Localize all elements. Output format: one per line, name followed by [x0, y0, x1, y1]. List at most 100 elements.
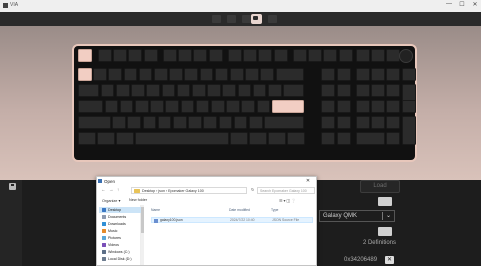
- keycap[interactable]: [245, 68, 259, 81]
- keycap[interactable]: [199, 68, 214, 81]
- keycap[interactable]: [142, 116, 157, 129]
- keycap[interactable]: [78, 132, 96, 145]
- address-bar[interactable]: Desktop › json › Epomaker Galaxy 100: [131, 187, 247, 194]
- keycap[interactable]: [260, 68, 275, 81]
- keycap[interactable]: [113, 49, 128, 62]
- keycap[interactable]: [338, 49, 353, 62]
- keycap[interactable]: [243, 49, 258, 62]
- keycap[interactable]: [321, 116, 335, 129]
- keycap[interactable]: [157, 116, 172, 129]
- new-folder-button[interactable]: New folder: [129, 198, 147, 202]
- nav-item[interactable]: Windows (C:): [99, 249, 141, 255]
- keycap[interactable]: [178, 49, 193, 62]
- keycap[interactable]: [323, 49, 338, 62]
- keycap[interactable]: [371, 116, 386, 129]
- keycap[interactable]: [283, 84, 305, 97]
- design-icon[interactable]: [242, 15, 251, 23]
- keycap[interactable]: [146, 84, 161, 97]
- keycap[interactable]: [273, 49, 288, 62]
- nav-item[interactable]: Videos: [99, 242, 141, 248]
- keycap[interactable]: [192, 84, 206, 97]
- keycap[interactable]: [176, 84, 191, 97]
- debug-icon[interactable]: [268, 15, 277, 23]
- column-header-date[interactable]: Date modified: [229, 208, 250, 212]
- keycap[interactable]: [386, 68, 401, 81]
- key-tester-icon[interactable]: [227, 15, 236, 23]
- keycap[interactable]: [337, 132, 351, 145]
- keycap[interactable]: [150, 100, 164, 113]
- forward-button[interactable]: →: [109, 187, 114, 192]
- nav-item[interactable]: Local Disk (D:): [99, 256, 141, 262]
- keycap[interactable]: [371, 84, 386, 97]
- keycap[interactable]: [371, 49, 386, 62]
- file-row[interactable]: galaxy100.json 2024/7/22 10:40 JSON Sour…: [151, 217, 313, 223]
- dialog-close-button[interactable]: ✕: [303, 178, 313, 184]
- keycap[interactable]: [275, 68, 305, 81]
- keycap[interactable]: [208, 49, 223, 62]
- keycap[interactable]: [163, 49, 177, 62]
- keycap[interactable]: [237, 84, 252, 97]
- keycap[interactable]: [321, 132, 335, 145]
- keycap[interactable]: [337, 116, 351, 129]
- keycap[interactable]: [268, 84, 282, 97]
- keycap[interactable]: [128, 49, 143, 62]
- keycap[interactable]: [184, 68, 199, 81]
- keycap[interactable]: [104, 100, 119, 113]
- keycap[interactable]: [203, 116, 218, 129]
- column-header-type[interactable]: Type: [271, 208, 278, 212]
- keycap[interactable]: [173, 116, 187, 129]
- keycap[interactable]: [356, 84, 370, 97]
- view-options-icons[interactable]: ☰ ▾ ◫ ❔: [279, 198, 296, 203]
- keycap[interactable]: [78, 68, 92, 81]
- keycap[interactable]: [258, 49, 273, 62]
- keycap-esc[interactable]: [78, 49, 92, 62]
- keycap[interactable]: [337, 84, 351, 97]
- column-header-name[interactable]: Name: [151, 208, 160, 212]
- keycap[interactable]: [123, 68, 138, 81]
- keycap[interactable]: [127, 116, 142, 129]
- keycap[interactable]: [165, 100, 180, 113]
- organize-button[interactable]: Organize ▾: [102, 198, 120, 203]
- keycap[interactable]: [230, 132, 248, 145]
- keycap[interactable]: [233, 116, 248, 129]
- keycap[interactable]: [135, 132, 229, 145]
- close-button[interactable]: ✕: [469, 1, 481, 8]
- keycap[interactable]: [218, 116, 233, 129]
- keycap[interactable]: [271, 100, 305, 113]
- keycap[interactable]: [161, 84, 176, 97]
- keycap[interactable]: [188, 116, 202, 129]
- keycap[interactable]: [264, 116, 305, 129]
- keycap-numpad-enter[interactable]: [401, 116, 416, 145]
- keycap[interactable]: [241, 100, 256, 113]
- keycap[interactable]: [356, 68, 370, 81]
- keycap[interactable]: [386, 84, 401, 97]
- settings-icon[interactable]: [251, 14, 262, 24]
- keycap[interactable]: [78, 116, 111, 129]
- keycap[interactable]: [337, 100, 351, 113]
- keycap[interactable]: [78, 100, 104, 113]
- keycap[interactable]: [180, 100, 195, 113]
- keycap[interactable]: [252, 84, 267, 97]
- nav-item[interactable]: Music: [99, 228, 141, 234]
- keycap[interactable]: [97, 132, 115, 145]
- keycap[interactable]: [131, 84, 145, 97]
- minimize-button[interactable]: —: [443, 1, 455, 7]
- keycap[interactable]: [143, 49, 158, 62]
- keycap[interactable]: [207, 84, 221, 97]
- keycap[interactable]: [321, 100, 335, 113]
- keycap[interactable]: [386, 100, 401, 113]
- keycap[interactable]: [169, 68, 183, 81]
- nav-item[interactable]: Desktop: [99, 207, 141, 213]
- keyboard-definition-select[interactable]: Galaxy QMK ⌄: [319, 210, 395, 222]
- keycap[interactable]: [386, 116, 401, 129]
- keycap[interactable]: [268, 132, 286, 145]
- keycap[interactable]: [230, 68, 244, 81]
- search-input[interactable]: Search Epomaker Galaxy 100: [257, 187, 315, 194]
- back-button[interactable]: ←: [101, 187, 106, 192]
- keycap[interactable]: [249, 132, 267, 145]
- refresh-icon[interactable]: ↻: [251, 187, 254, 192]
- toggle-switch[interactable]: [378, 197, 392, 206]
- keycap[interactable]: [154, 68, 168, 81]
- keycap[interactable]: [293, 49, 307, 62]
- keycap[interactable]: [78, 84, 100, 97]
